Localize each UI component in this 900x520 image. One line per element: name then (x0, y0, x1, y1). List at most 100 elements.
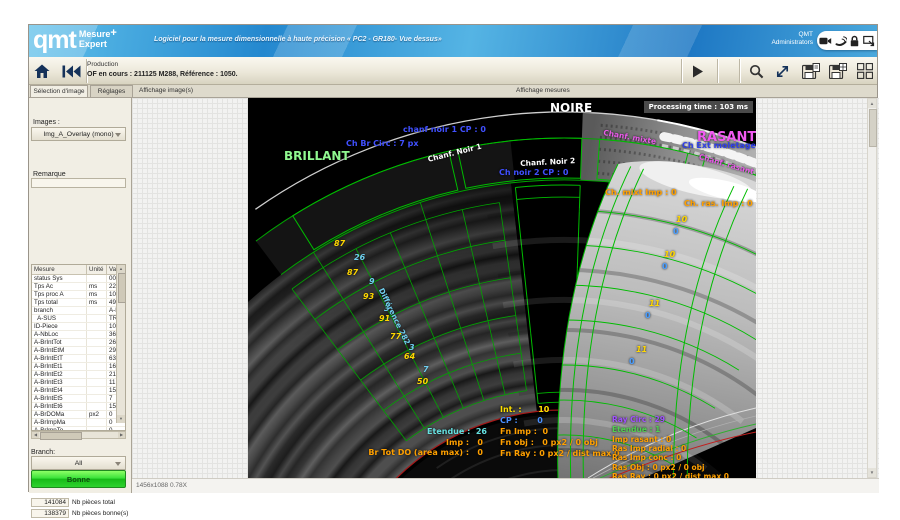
zone-label-brillant: BRILLANT (284, 150, 350, 162)
rewind-button[interactable] (58, 59, 85, 83)
table-cell (87, 379, 107, 387)
home-button[interactable] (32, 59, 52, 83)
table-cell: ms (87, 291, 107, 299)
scroll-down-icon[interactable]: ▼ (117, 415, 125, 423)
tab-row: Sélection d'image Réglages Affichage ima… (29, 85, 877, 98)
save-all-button[interactable] (826, 59, 850, 83)
overlay-label: 0 (662, 263, 668, 271)
title-bar: qmt MesureExpert + Logiciel pour la mesu… (29, 25, 877, 57)
overlay-label: Ras Obj : 0 px2 / 0 obj (612, 464, 705, 472)
table-cell: A-BrIntEt1 (32, 363, 87, 371)
user-info: QMT Administrators (771, 31, 813, 47)
status-badge[interactable]: Bonne (31, 470, 126, 488)
table-row[interactable]: Tps Acms2200 (32, 283, 126, 291)
table-cell (87, 419, 107, 427)
overlay-label: 50 (417, 378, 428, 386)
table-cell (87, 363, 107, 371)
overlay-label: Br Tot DO (area max) : 0 (368, 449, 483, 457)
col-mesure[interactable]: Mesure (32, 265, 87, 275)
scroll-up-icon[interactable]: ▲ (117, 265, 125, 273)
table-row[interactable]: A-SUSTRUE (32, 315, 126, 323)
table-row[interactable]: A-BrIntEt615 (32, 403, 126, 411)
table-vertical-scrollbar[interactable]: ▲ ▼ (116, 265, 125, 423)
zone-label-noire: NOIRE (550, 102, 592, 114)
app-window: qmt MesureExpert + Logiciel pour la mesu… (28, 24, 878, 492)
table-cell: A-BrIntEt6 (32, 403, 87, 411)
overlay-label: Fn obj : 0 px2 / 0 obj (500, 439, 598, 447)
toolbar-separator (717, 59, 718, 83)
remote-connection-icon[interactable] (835, 35, 847, 46)
table-cell: A-BrIntEt4 (32, 387, 87, 395)
stat-value: 138379 (31, 509, 69, 518)
sidebar: Images : Img_A_Overlay (mono) Remarque M… (29, 98, 132, 493)
table-cell: A-BrIntTot (32, 339, 87, 347)
overlay-label: 11 (636, 346, 647, 354)
table-row[interactable]: ID-Piece1009 (32, 323, 126, 331)
overlay-label: 87 (347, 269, 358, 277)
table-row[interactable]: A-BrIntEtM29 (32, 347, 126, 355)
table-row[interactable]: A-BrDOMapx20 (32, 411, 126, 419)
col-unite[interactable]: Unité (87, 265, 107, 275)
layout-button[interactable] (853, 59, 877, 83)
main-panel: NOIREBRILLANTRASANTchanf noir 1 CP : 0Ch… (132, 98, 879, 493)
camera-image[interactable]: NOIREBRILLANTRASANTchanf noir 1 CP : 0Ch… (248, 98, 756, 478)
tab-image-display[interactable]: Affichage image(s) (139, 85, 193, 97)
overlay-label: 11 (649, 300, 660, 308)
table-cell: Tps total (32, 299, 87, 307)
remark-label: Remarque (33, 171, 66, 178)
toolbar-separator (681, 59, 682, 83)
lock-icon[interactable] (849, 35, 860, 47)
table-row[interactable]: A-BrIntEt57 (32, 395, 126, 403)
table-cell (87, 371, 107, 379)
table-header-row: Mesure Unité Valeur (32, 265, 126, 275)
processing-time-badge: Processing time : 103 ms (644, 101, 753, 113)
table-row[interactable]: A-BrIntEtT639 (32, 355, 126, 363)
overlay-label: Etendue : 26 (427, 428, 487, 436)
table-row[interactable]: A-BrImpMa0 (32, 419, 126, 427)
table-row[interactable]: Tps totalms4968 (32, 299, 126, 307)
screen-share-icon[interactable] (863, 35, 875, 47)
scrollbar-thumb[interactable] (869, 109, 877, 147)
table-cell (87, 315, 107, 323)
tab-settings[interactable]: Réglages (90, 85, 133, 97)
main-vertical-scrollbar[interactable]: ▲ ▼ (867, 98, 877, 478)
tab-measure-display[interactable]: Affichage mesures (516, 85, 570, 97)
logo-subtext: MesureExpert (79, 29, 111, 54)
scroll-down-icon[interactable]: ▼ (868, 468, 876, 477)
logo-text: qmt (33, 26, 76, 54)
scroll-right-icon[interactable]: ▶ (118, 432, 125, 438)
table-horizontal-scrollbar[interactable]: ◀ ▶ (31, 431, 126, 439)
table-row[interactable]: A-NbLoc36 (32, 331, 126, 339)
overlay-label: Imp : 0 (446, 439, 483, 447)
table-row[interactable]: A-BrIntEt311 (32, 379, 126, 387)
save-image-button[interactable] (799, 59, 823, 83)
table-cell: A-BrIntEt3 (32, 379, 87, 387)
table-row[interactable]: A-BrIntEt116 (32, 363, 126, 371)
table-row[interactable]: branchA-FINA (32, 307, 126, 315)
image-select[interactable]: Img_A_Overlay (mono) (31, 127, 126, 141)
table-cell: ms (87, 283, 107, 291)
scrollbar-thumb[interactable] (118, 273, 126, 303)
scroll-left-icon[interactable]: ◀ (32, 432, 39, 438)
stat-row: 138379Nb pièces bonne(s) (31, 509, 128, 518)
table-row[interactable]: A-BrIntEt221 (32, 371, 126, 379)
overlay-label: Ray Circ : 29 (612, 416, 665, 424)
scrollbar-thumb[interactable] (40, 432, 82, 440)
table-row[interactable]: Tps proc Ams103 (32, 291, 126, 299)
toolbar: Production OF en cours : 211125 M288, Ré… (29, 57, 877, 85)
branch-select[interactable]: All (31, 456, 126, 470)
tab-image-selection[interactable]: Sélection d'image (30, 85, 88, 97)
play-button[interactable] (687, 59, 709, 83)
camera-icon[interactable] (819, 36, 832, 46)
table-cell: status Sys (32, 275, 87, 283)
overlay-label: Int. : 10 (500, 406, 549, 414)
measure-table[interactable]: Mesure Unité Valeur status Sys001Tps Acm… (31, 264, 126, 431)
fullscreen-button[interactable] (771, 59, 793, 83)
scroll-up-icon[interactable]: ▲ (868, 99, 876, 108)
remark-input[interactable] (31, 178, 126, 188)
search-button[interactable] (745, 59, 767, 83)
table-row[interactable]: status Sys001 (32, 275, 126, 283)
table-cell (87, 307, 107, 315)
table-row[interactable]: A-BrIntTot26490 (32, 339, 126, 347)
table-row[interactable]: A-BrIntEt415 (32, 387, 126, 395)
